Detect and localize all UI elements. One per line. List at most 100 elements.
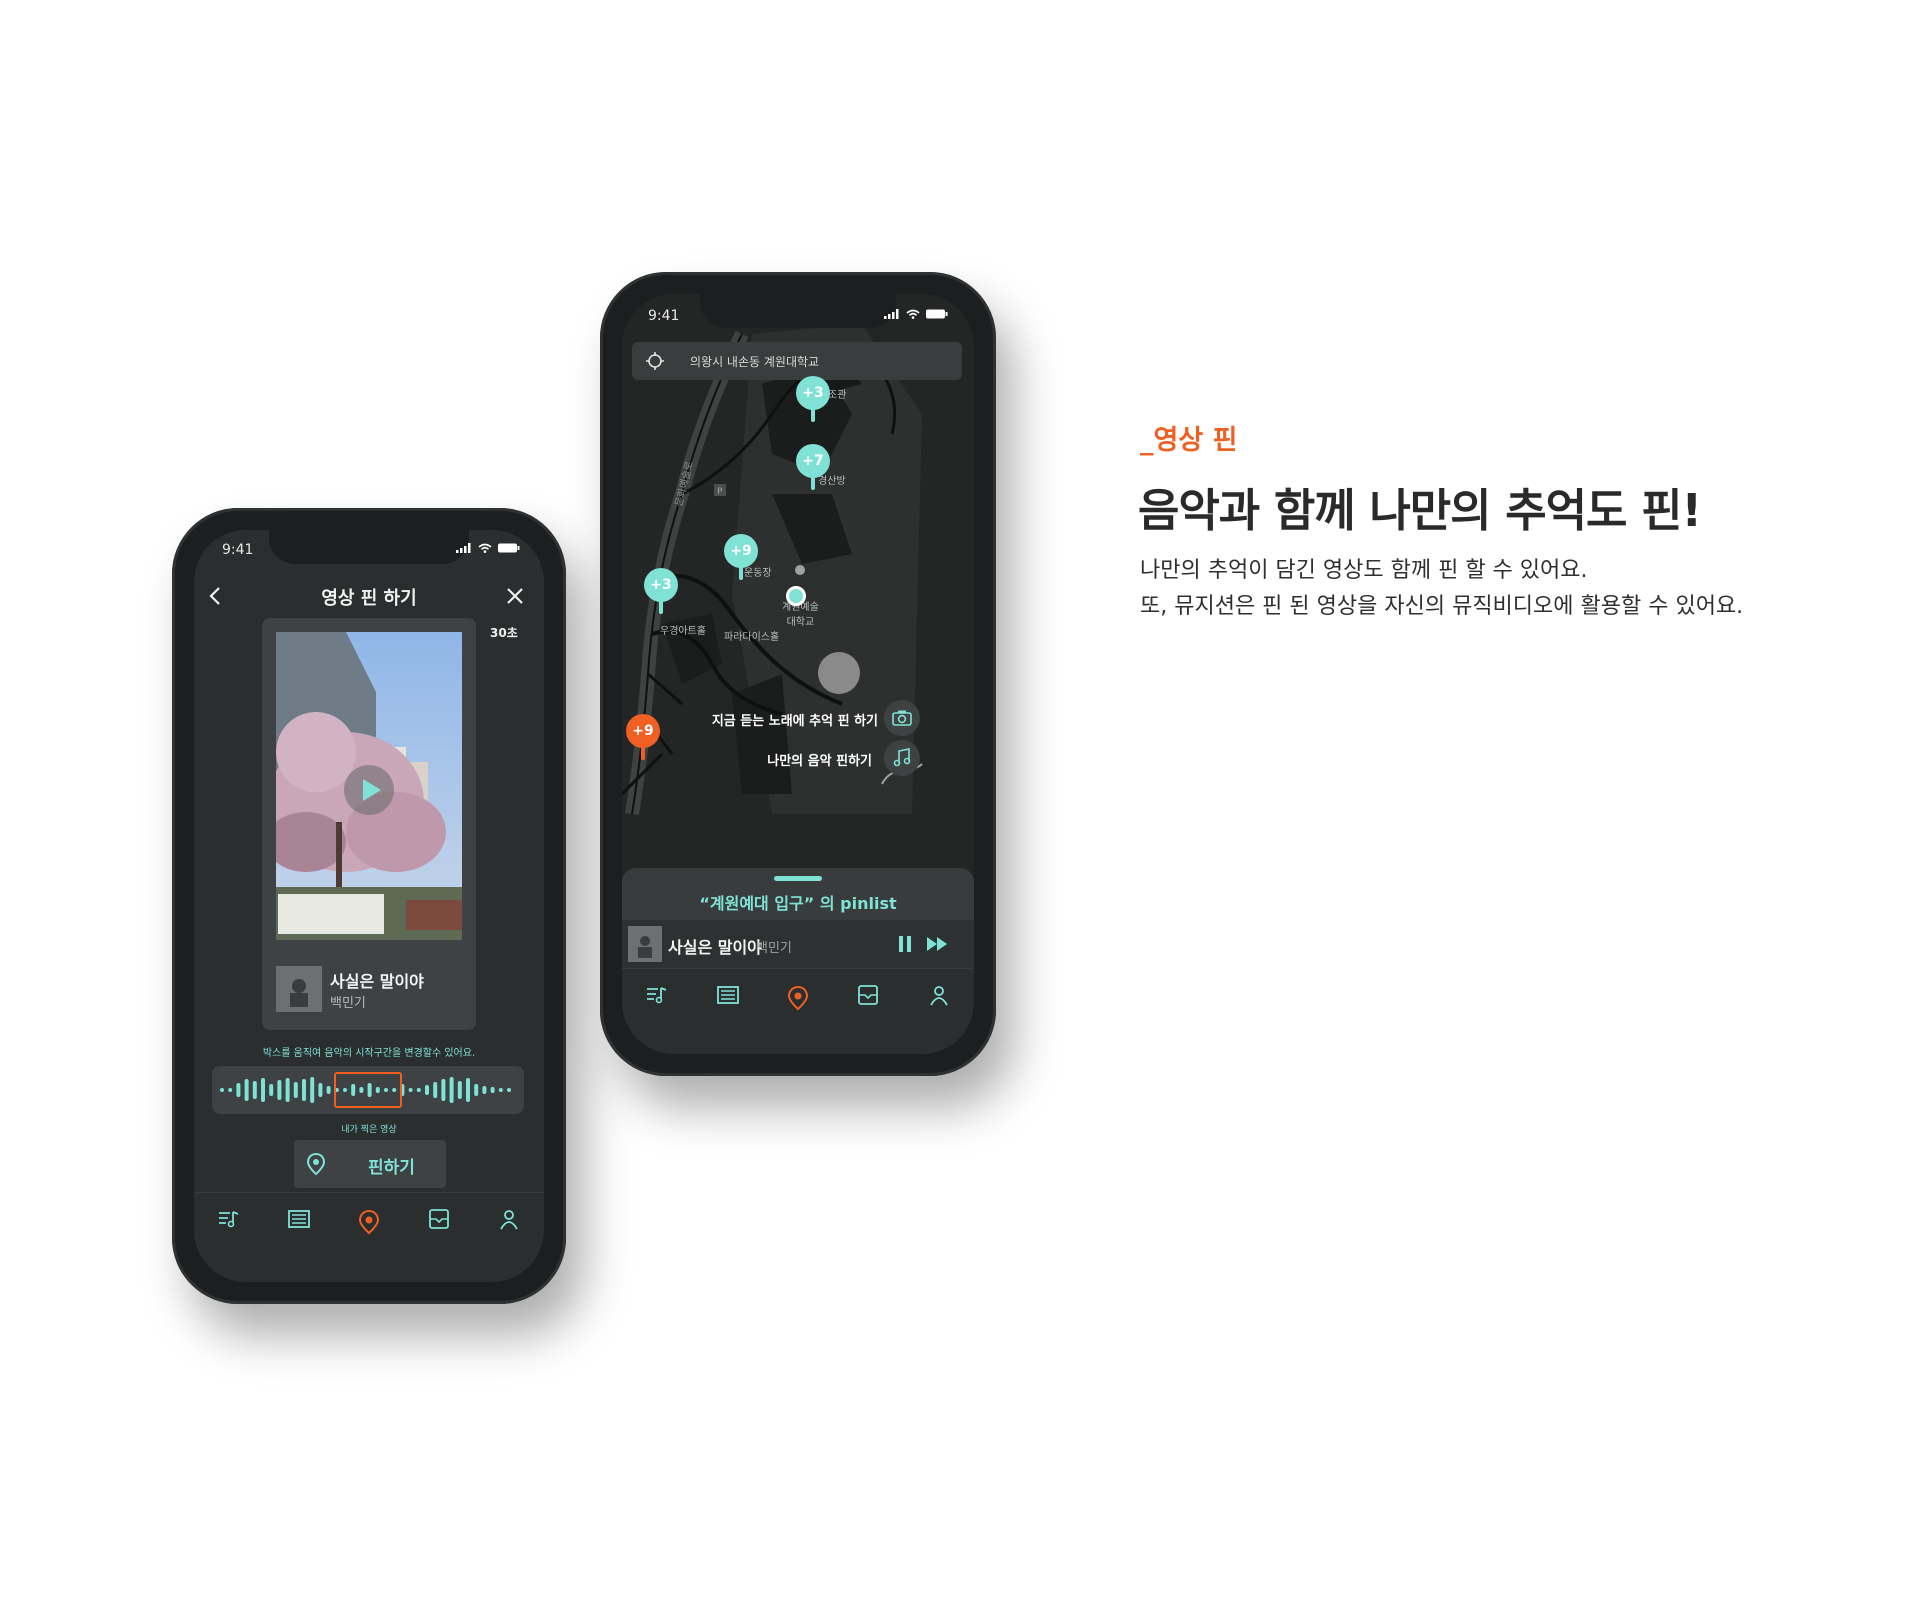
waveform-bar xyxy=(416,1088,421,1092)
tab-music-list[interactable] xyxy=(639,985,675,1021)
waveform-bar xyxy=(449,1077,454,1103)
status-icons xyxy=(456,543,520,553)
pin-memory-label: 지금 듣는 노래에 추억 핀 하기 xyxy=(711,714,878,729)
navbar: 영상 핀 하기 xyxy=(194,576,544,616)
waveform-bar xyxy=(490,1087,495,1093)
map-label: 조관 xyxy=(828,390,847,401)
profile-icon xyxy=(929,986,948,1006)
notch xyxy=(700,294,896,328)
pin-cluster[interactable]: +3 xyxy=(796,376,830,422)
close-icon[interactable] xyxy=(506,587,524,605)
music-button[interactable] xyxy=(884,740,920,776)
waveform-bar xyxy=(269,1084,274,1096)
map-label: 경산방 xyxy=(818,476,846,487)
waveform-bar xyxy=(261,1078,265,1102)
waveform-bar xyxy=(408,1088,413,1092)
profile-icon xyxy=(500,1210,518,1230)
song-title: 사실은 말이야 xyxy=(330,972,424,991)
tab-bar xyxy=(194,1192,544,1282)
waveform-bar xyxy=(236,1083,241,1097)
waveform-bar xyxy=(326,1086,331,1094)
phone-map: P 9:41 의왕시 내손동 계원대학교 +3 조관 +7 경산방 +9 운동장… xyxy=(600,272,996,1076)
play-icon[interactable] xyxy=(344,765,394,815)
feature-tag: _영상 핀 xyxy=(1140,425,1238,456)
camera-button[interactable] xyxy=(884,700,920,736)
wifi-icon xyxy=(478,543,492,553)
album-art xyxy=(628,926,662,962)
tab-feed[interactable] xyxy=(281,1209,317,1245)
map-label: 운동장 xyxy=(744,568,772,579)
duration-label: 30초 xyxy=(490,626,518,640)
tab-profile[interactable] xyxy=(921,985,957,1021)
music-range-selector[interactable] xyxy=(212,1066,524,1114)
waveform-bar xyxy=(228,1088,233,1092)
notch xyxy=(269,530,469,564)
camera-icon xyxy=(892,710,912,726)
waveform-bar xyxy=(457,1081,462,1099)
now-playing-artist: 백민기 xyxy=(756,941,792,956)
waveform-bar xyxy=(318,1083,323,1097)
pin-icon xyxy=(358,1209,380,1235)
my-video-label: 내가 찍은 영상 xyxy=(341,1125,397,1135)
waveform-hint: 박스를 움직여 음악의 시작구간을 변경할수 있어요. xyxy=(262,1048,476,1059)
tab-profile[interactable] xyxy=(491,1209,527,1245)
waveform-bar xyxy=(252,1081,257,1099)
battery-icon xyxy=(926,309,948,319)
pin-button[interactable]: 핀하기 xyxy=(294,1140,446,1188)
archive-icon xyxy=(429,1209,449,1229)
waveform-bar xyxy=(310,1077,315,1103)
now-playing-title: 사실은 말이야 xyxy=(668,938,762,957)
pin-music-label: 나만의 음악 핀하기 xyxy=(767,754,872,769)
pin-cluster[interactable]: +9 xyxy=(724,534,758,580)
waveform-bar xyxy=(433,1082,438,1098)
waveform-bar xyxy=(498,1088,503,1092)
waveform-bar xyxy=(474,1084,479,1096)
feed-icon xyxy=(288,1210,310,1228)
signal-icon xyxy=(456,543,471,553)
fast-forward-icon[interactable] xyxy=(926,936,948,952)
map-label: 파라다이스홀 xyxy=(724,632,780,643)
feed-icon xyxy=(716,986,739,1004)
waveform-bar xyxy=(482,1086,487,1094)
map-label: 우경아트홀 xyxy=(660,626,706,637)
mini-player[interactable]: 사실은 말이야 백민기 xyxy=(622,920,974,968)
pin-cluster[interactable]: +3 xyxy=(644,568,678,614)
waveform-bar xyxy=(285,1078,290,1102)
waveform-bar xyxy=(277,1080,282,1100)
video-pin-screen: 9:41 영상 핀 하기 30초 사실은 말이야 백민기 박스를 움직여 음악의… xyxy=(194,530,544,1282)
video-preview[interactable] xyxy=(276,632,462,940)
phone-video-pin: 9:41 영상 핀 하기 30초 사실은 말이야 백민기 박스를 움직여 음악의… xyxy=(172,508,566,1304)
map-screen: P 9:41 의왕시 내손동 계원대학교 +3 조관 +7 경산방 +9 운동장… xyxy=(622,294,974,1054)
range-selection-box[interactable] xyxy=(334,1072,402,1108)
song-artist: 백민기 xyxy=(330,996,366,1011)
pin-cluster[interactable]: +9 xyxy=(626,714,660,760)
waveform-bar xyxy=(441,1079,446,1101)
fab-toggle[interactable] xyxy=(818,652,860,694)
status-icons xyxy=(884,309,948,319)
tab-archive[interactable] xyxy=(850,985,886,1021)
waveform-bar xyxy=(302,1079,306,1101)
tab-bar xyxy=(622,968,974,1054)
sheet-handle[interactable] xyxy=(774,876,822,881)
location-target-icon[interactable] xyxy=(646,352,664,370)
feature-description-line1: 나만의 추억이 담긴 영상도 함께 핀 할 수 있어요. xyxy=(1140,558,1588,583)
pin-button-label: 핀하기 xyxy=(368,1158,415,1178)
pin-icon xyxy=(306,1152,326,1176)
location-search-bar[interactable]: 의왕시 내손동 계원대학교 xyxy=(632,342,962,380)
pause-icon[interactable] xyxy=(898,935,912,953)
tab-feed[interactable] xyxy=(710,985,746,1021)
current-location-dot xyxy=(786,586,806,606)
signal-icon xyxy=(884,309,899,319)
waveform-bar xyxy=(507,1088,511,1092)
waveform-bar xyxy=(220,1088,224,1092)
wifi-icon xyxy=(906,309,920,319)
waveform-bar xyxy=(466,1078,470,1102)
tab-music-list[interactable] xyxy=(211,1209,247,1245)
archive-icon xyxy=(858,985,879,1005)
status-time: 9:41 xyxy=(222,542,254,558)
tab-pin[interactable] xyxy=(780,985,816,1021)
status-time: 9:41 xyxy=(648,308,680,324)
tab-archive[interactable] xyxy=(421,1209,457,1245)
tab-pin[interactable] xyxy=(351,1209,387,1245)
video-card: 사실은 말이야 백민기 xyxy=(262,618,476,1030)
